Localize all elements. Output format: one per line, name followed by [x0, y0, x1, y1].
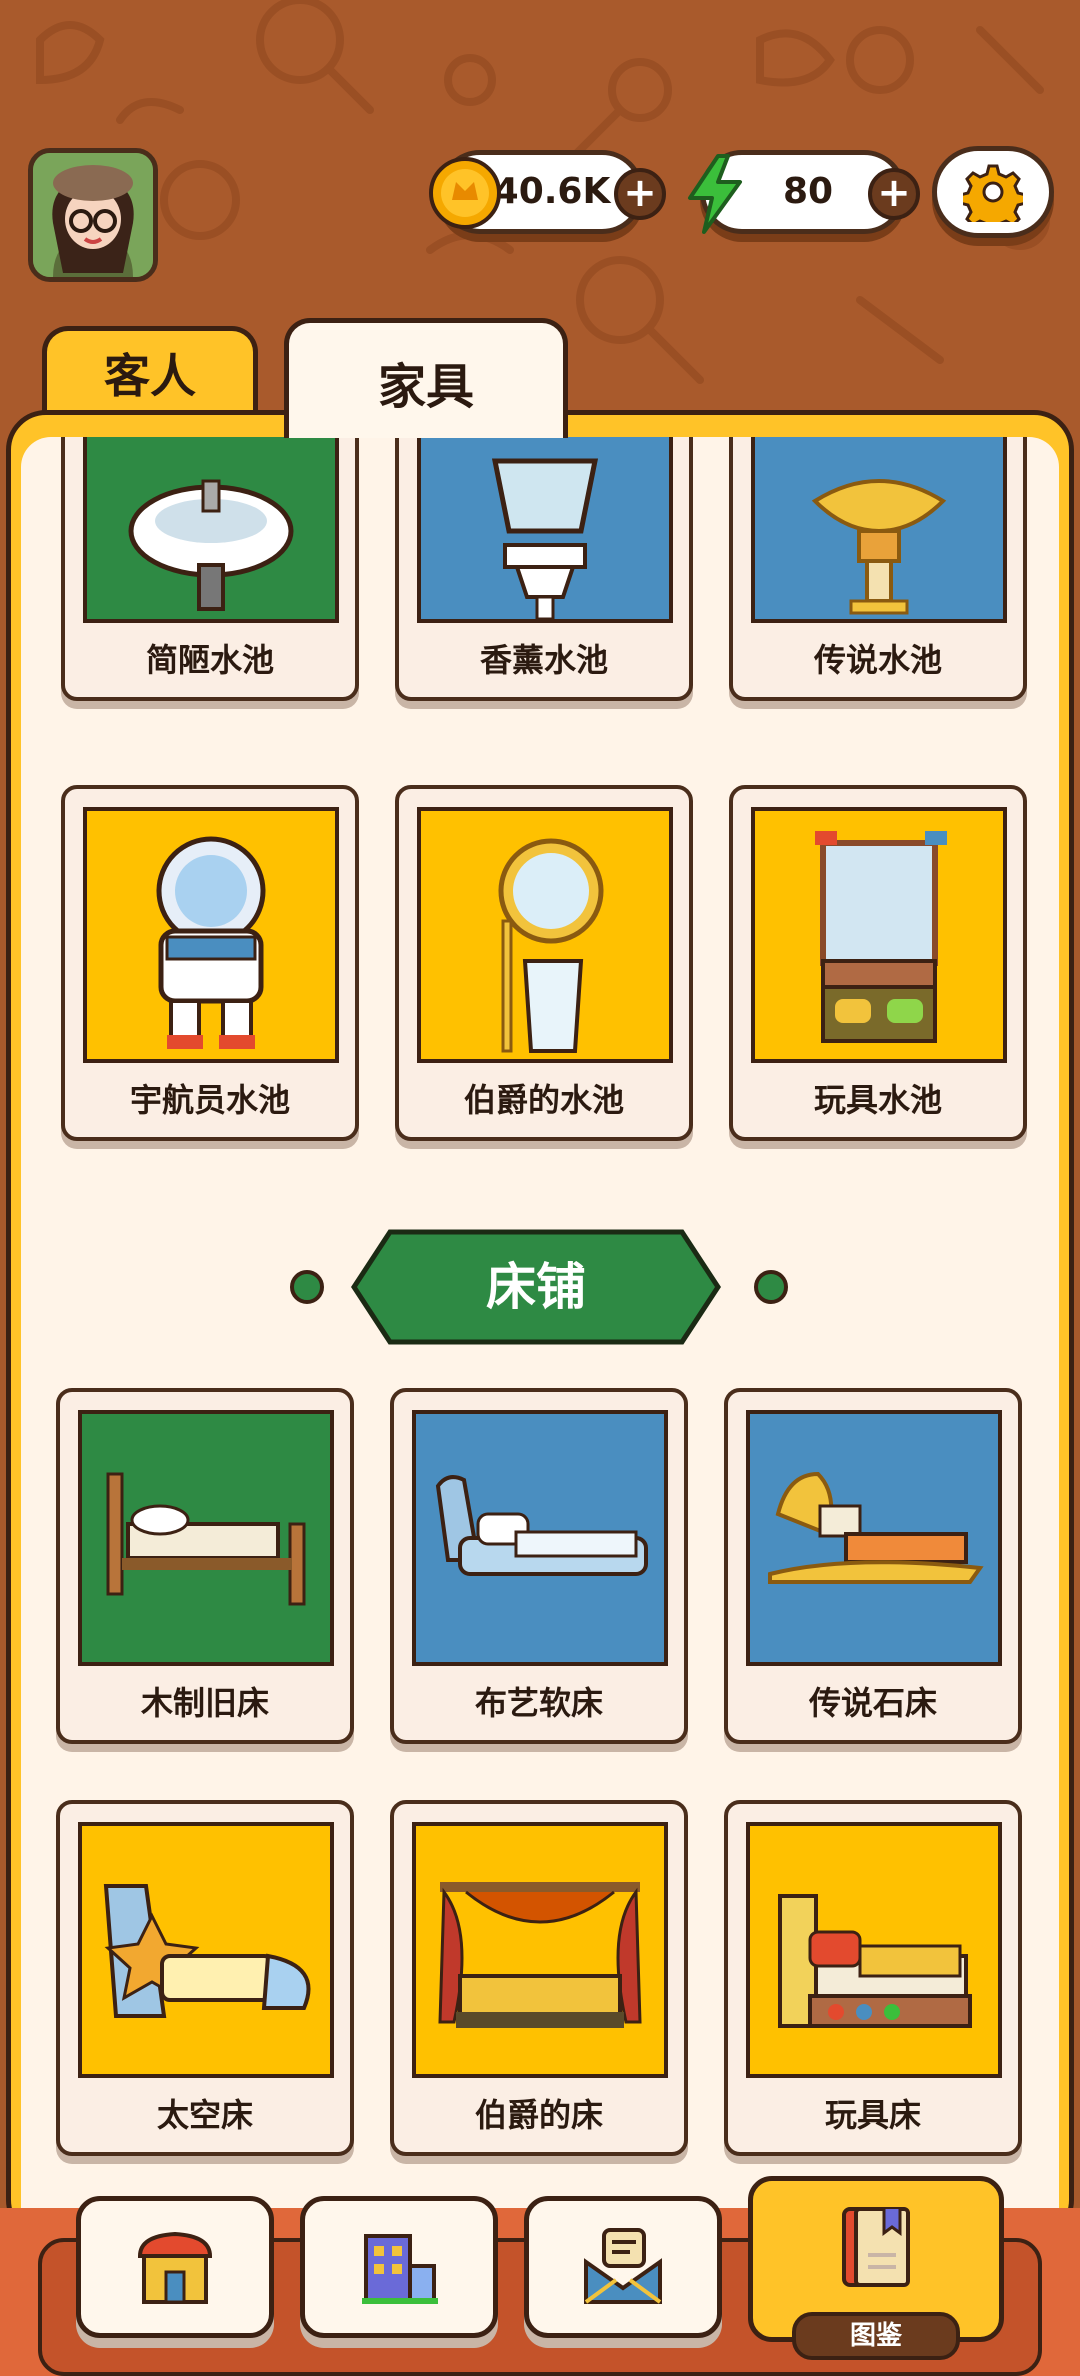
nav-mail-button[interactable]	[524, 2196, 722, 2338]
item-label: 布艺软床	[474, 1684, 603, 1722]
nav-building-button[interactable]	[300, 2196, 498, 2338]
nav-shop-button[interactable]	[76, 2196, 274, 2338]
item-card[interactable]: 传说水池	[729, 437, 1027, 701]
tab-furniture[interactable]: 家具	[284, 318, 568, 438]
building-icon	[362, 2234, 438, 2304]
settings-button[interactable]	[932, 146, 1054, 238]
item-image	[751, 437, 1007, 623]
item-label: 香薰水池	[479, 641, 608, 679]
item-card[interactable]: 宇航员水池	[61, 785, 359, 1141]
item-image	[412, 1822, 668, 2078]
item-card[interactable]: 香薰水池	[395, 437, 693, 701]
item-label: 太空床	[156, 2096, 253, 2134]
item-label: 宇航员水池	[129, 1081, 290, 1119]
item-image	[412, 1410, 668, 1666]
toy-sink-icon	[815, 831, 947, 1043]
item-label: 伯爵的水池	[463, 1081, 624, 1119]
item-card[interactable]: 布艺软床	[390, 1388, 688, 1744]
toy-bed-icon	[778, 1894, 972, 2028]
player-avatar[interactable]	[28, 148, 158, 282]
book-icon	[842, 2206, 910, 2287]
item-label: 简陋水池	[145, 641, 274, 679]
item-label: 玩具床	[824, 2096, 921, 2134]
section-title: 床铺	[486, 1258, 586, 1316]
nav-collection-label: 图鉴	[792, 2312, 960, 2360]
astronaut-sink-icon	[156, 836, 266, 1049]
item-image	[751, 807, 1007, 1063]
count-sink-icon	[498, 838, 604, 1053]
item-card[interactable]: 伯爵的床	[390, 1800, 688, 2156]
item-card[interactable]: 玩具床	[724, 1800, 1022, 2156]
item-image	[417, 437, 673, 623]
gear-icon	[963, 164, 1023, 222]
item-card[interactable]: 太空床	[56, 1800, 354, 2156]
item-card[interactable]: 传说石床	[724, 1388, 1022, 1744]
sink-icon	[128, 479, 294, 611]
item-label: 传说石床	[808, 1684, 937, 1722]
item-image	[83, 807, 339, 1063]
item-image	[78, 1822, 334, 2078]
fabric-bed-icon	[435, 1475, 648, 1576]
mail-icon	[584, 2228, 662, 2304]
golden-fountain-icon	[811, 479, 947, 615]
space-bed-icon	[103, 1884, 311, 2018]
mirror-sink-icon	[491, 458, 599, 619]
item-image	[417, 807, 673, 1063]
energy-lightning-icon	[682, 152, 748, 236]
item-image	[78, 1410, 334, 1666]
item-image	[746, 1822, 1002, 2078]
section-dot-left	[290, 1270, 324, 1304]
item-card[interactable]: 简陋水池	[61, 437, 359, 701]
add-coins-button[interactable]: +	[614, 168, 666, 220]
item-image	[746, 1410, 1002, 1666]
item-label: 伯爵的床	[474, 2096, 603, 2134]
section-dot-right	[754, 1270, 788, 1304]
avatar-portrait-icon	[33, 153, 153, 277]
item-card[interactable]: 玩具水池	[729, 785, 1027, 1141]
item-label: 玩具水池	[813, 1081, 942, 1119]
item-label: 木制旧床	[140, 1684, 269, 1722]
shop-icon	[137, 2231, 213, 2304]
item-card[interactable]: 伯爵的水池	[395, 785, 693, 1141]
sphinx-bed-icon	[768, 1471, 984, 1584]
add-energy-button[interactable]: +	[868, 168, 920, 220]
coin-icon	[428, 156, 502, 230]
canopy-bed-icon	[438, 1882, 642, 2028]
wooden-bed-icon	[106, 1472, 306, 1606]
item-label: 传说水池	[813, 641, 942, 679]
item-image	[83, 437, 339, 623]
item-card[interactable]: 木制旧床	[56, 1388, 354, 1744]
